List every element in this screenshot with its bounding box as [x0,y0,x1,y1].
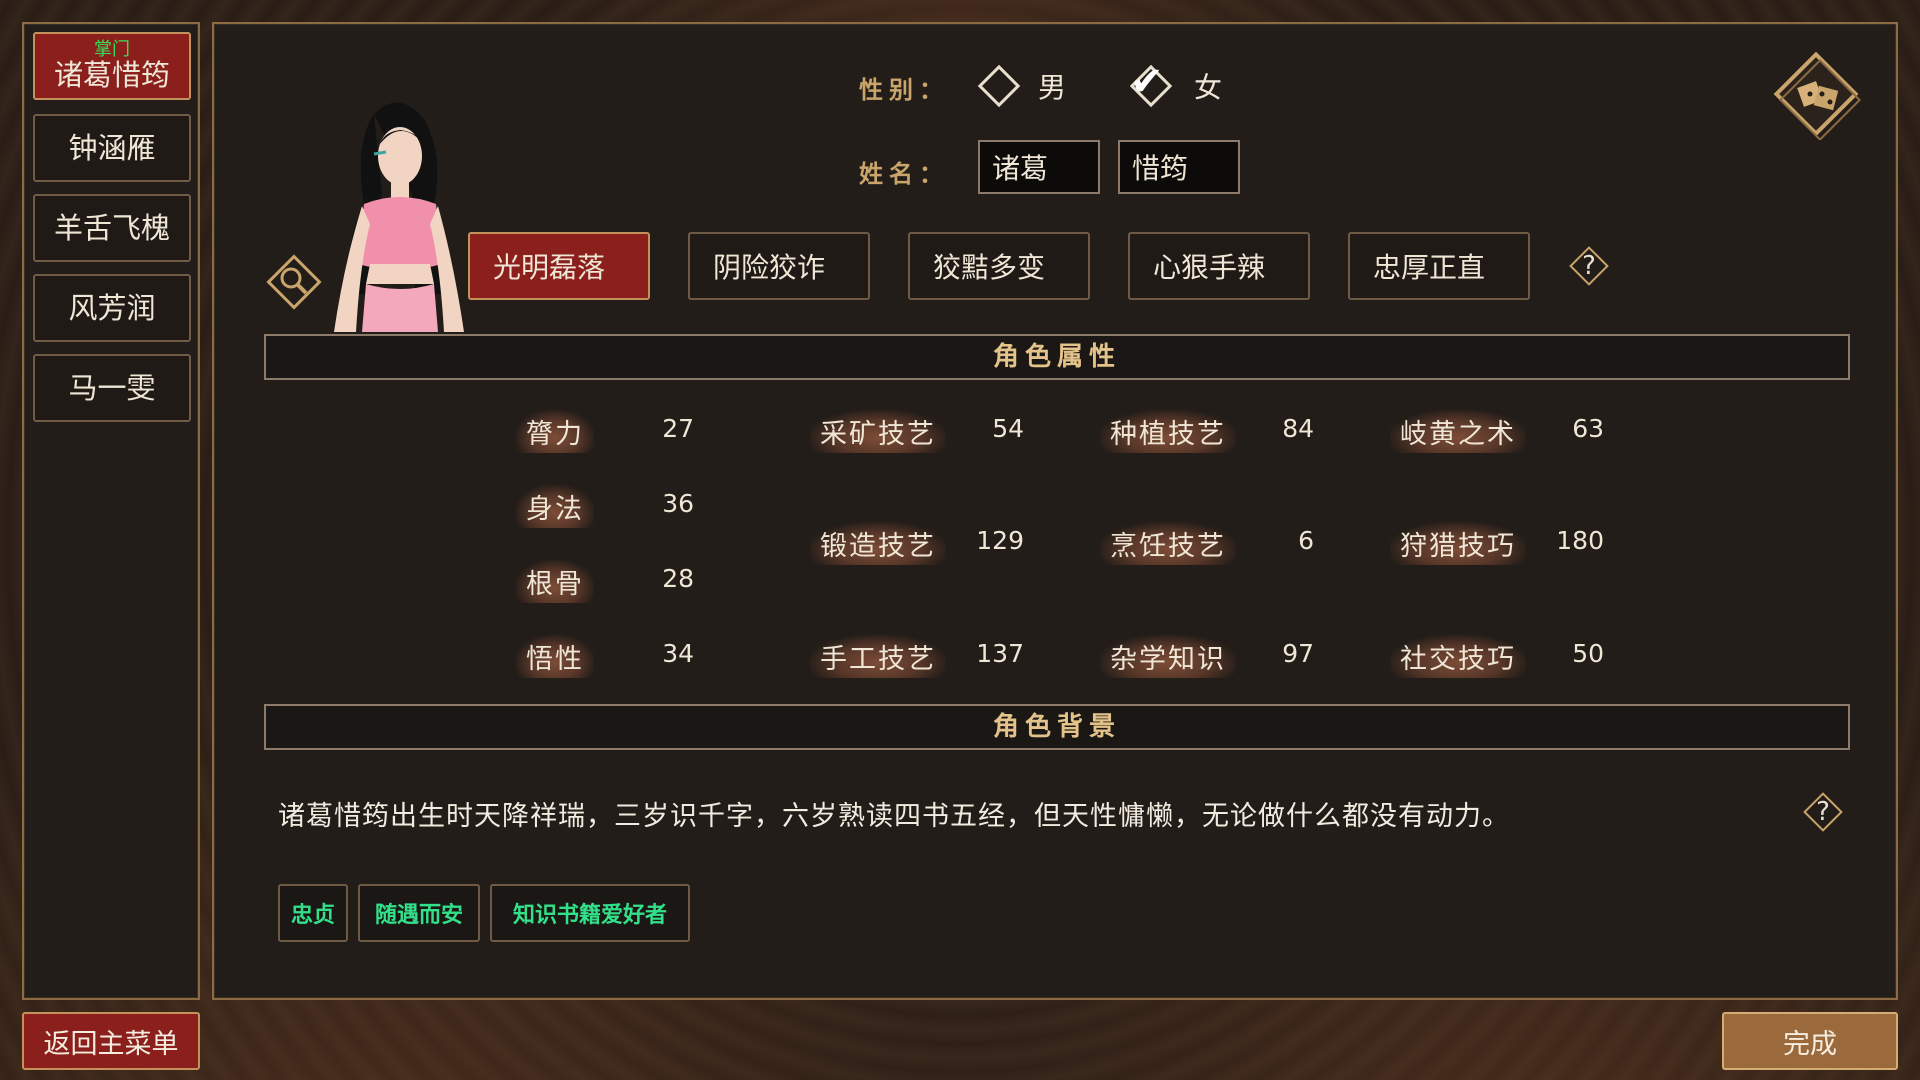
stat-value: 97 [1282,639,1314,668]
character-name: 羊舌飞槐 [53,211,170,245]
character-name: 诸葛惜筠 [53,58,170,92]
given-name-input[interactable] [1118,140,1240,194]
stat-value: 129 [976,526,1024,555]
gender-male-radio[interactable] [977,64,1021,108]
trait-button-5[interactable]: 忠厚正直 [1348,232,1530,300]
stat-label: 膂力 [516,410,594,453]
role-label: 掌门 [94,39,130,60]
trait-label: 忠厚正直 [1372,251,1485,284]
trait-label: 光明磊落 [492,251,605,284]
stat-label: 采矿技艺 [810,410,946,453]
back-to-main-menu-button[interactable]: 返回主菜单 [22,1012,200,1070]
stat-label: 身法 [516,485,594,528]
done-button[interactable]: 完成 [1722,1012,1898,1070]
stat-value: 63 [1572,414,1604,443]
character-name: 马一雯 [68,371,156,405]
trait-tag[interactable]: 知识书籍爱好者 [490,884,690,942]
stat-value: 137 [976,639,1024,668]
trait-button-2[interactable]: 阴险狡诈 [688,232,870,300]
trait-button-3[interactable]: 狡黠多变 [908,232,1090,300]
stat-value: 34 [662,639,694,668]
gender-label: 性别： [859,76,949,104]
help-mark: ? [1816,797,1830,827]
stat-value: 50 [1572,639,1604,668]
character-name: 风芳润 [68,291,156,325]
stat-value: 84 [1282,414,1314,443]
trait-label: 狡黠多变 [932,251,1045,284]
character-name: 钟涵雁 [68,131,156,165]
trait-label: 心狠手辣 [1152,251,1265,284]
background-text: 诸葛惜筠出生时天降祥瑞，三岁识千字，六岁熟读四书五经，但天性慵懒，无论做什么都没… [278,801,1510,832]
name-label: 姓名： [859,160,949,188]
gender-female-label: 女 [1194,71,1223,104]
trait-button-1[interactable]: 光明磊落 [468,232,650,300]
stat-label: 社交技巧 [1390,635,1526,678]
character-list-panel: 掌门 诸葛惜筠 钟涵雁 羊舌飞槐 风芳润 马一雯 [22,22,200,1000]
stat-label: 锻造技艺 [810,522,946,565]
stat-label: 种植技艺 [1100,410,1236,453]
stat-label: 根骨 [516,560,594,603]
stat-label: 狩猎技巧 [1390,522,1526,565]
trait-button-4[interactable]: 心狠手辣 [1128,232,1310,300]
stat-value: 180 [1556,526,1604,555]
magnifier-icon[interactable] [264,252,324,312]
trait-label: 阴险狡诈 [712,251,825,284]
character-item-3[interactable]: 羊舌飞槐 [33,194,191,262]
gender-male-label: 男 [1038,71,1067,104]
dice-icon[interactable] [1770,48,1862,140]
stat-value: 6 [1298,526,1314,555]
stat-label: 杂学知识 [1100,635,1236,678]
stat-value: 28 [662,564,694,593]
character-item-5[interactable]: 马一雯 [33,354,191,422]
stat-label: 手工技艺 [810,635,946,678]
character-item-4[interactable]: 风芳润 [33,274,191,342]
stat-label: 悟性 [516,635,594,678]
background-header: 角色背景 [264,704,1850,750]
stat-label: 烹饪技艺 [1100,522,1236,565]
character-item-2[interactable]: 钟涵雁 [33,114,191,182]
character-editor-panel: 性别： 男 ✔ 女 姓名： 光明磊落 ? 阴险狡诈 ? 狡黠多变 ? 心狠手辣 … [212,22,1898,1000]
stat-value: 36 [662,489,694,518]
stat-value: 54 [992,414,1024,443]
checkmark-icon: ✔ [1130,59,1164,105]
character-portrait [334,102,464,332]
stat-value: 27 [662,414,694,443]
trait-tag[interactable]: 忠贞 [278,884,348,942]
character-item-1[interactable]: 掌门 诸葛惜筠 [33,32,191,100]
trait-tag[interactable]: 随遇而安 [358,884,480,942]
help-mark: ? [1582,251,1596,281]
attributes-header: 角色属性 [264,334,1850,380]
surname-input[interactable] [978,140,1100,194]
stat-label: 岐黄之术 [1390,410,1526,453]
